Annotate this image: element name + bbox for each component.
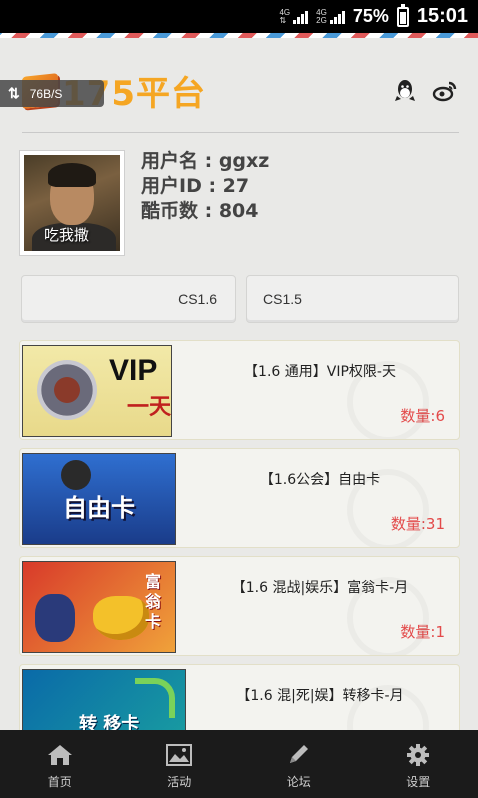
game-version-tabs: CS1.6 CS1.5 — [21, 275, 459, 323]
gold-pot-icon — [93, 596, 149, 640]
item-list: VIP 一天 【1.6 通用】VIP权限-天 数量:6 自由卡 【1.6公会】自… — [0, 340, 478, 730]
qq-icon[interactable] — [392, 78, 418, 104]
status-bar: 4G ⇅ 4G 2G 75% 15:01 — [0, 0, 478, 33]
home-icon — [47, 745, 72, 765]
battery-fill — [399, 11, 406, 24]
battery-icon — [396, 3, 409, 27]
vip-card-thumbnail: VIP 一天 — [22, 345, 172, 437]
nav-label: 论坛 — [286, 775, 311, 789]
item-count: 数量:31 — [390, 515, 445, 533]
thumb-text: 转 移卡 — [79, 714, 140, 730]
avatar-image: 吃我撒 — [24, 155, 120, 251]
profile-info: 用户名 : ggxz 用户ID : 27 酷币数 : 804 — [141, 149, 269, 224]
item-title: 【1.6 混|死|娱】转移卡-月 — [236, 688, 404, 704]
data-arrows-icon: ⇅ — [279, 15, 287, 25]
tab-cs15[interactable]: CS1.5 — [246, 275, 459, 323]
item-title: 【1.6 混战|娱乐】富翁卡-月 — [231, 580, 409, 596]
arrow-icon — [135, 678, 175, 718]
signal-indicator-1: 4G ⇅ — [279, 8, 309, 25]
image-icon — [166, 744, 193, 766]
tab-cs16[interactable]: CS1.6 — [21, 275, 236, 323]
item-title: 【1.6 通用】VIP权限-天 — [244, 364, 396, 380]
battery-percent: 75% — [352, 6, 389, 26]
nav-label: 设置 — [406, 775, 431, 789]
nav-forum[interactable]: 论坛 — [239, 730, 359, 798]
nav-settings[interactable]: 设置 — [359, 730, 478, 798]
network-speed-overlay[interactable]: ⇅ 76B/S — [0, 80, 104, 107]
coins-line: 酷币数 : 804 — [141, 200, 259, 222]
username-line: 用户名 : ggxz — [141, 150, 270, 172]
userid-line: 用户ID : 27 — [141, 175, 250, 197]
nav-label: 活动 — [167, 775, 192, 789]
tab-label: CS1.6 — [178, 291, 217, 307]
rich-card-thumbnail: 富翁卡 — [22, 561, 176, 653]
signal-bars-icon — [293, 10, 309, 24]
item-count: 数量:6 — [400, 407, 445, 425]
list-item[interactable]: 自由卡 【1.6公会】自由卡 数量:31 — [19, 448, 460, 548]
clock: 15:01 — [416, 5, 468, 27]
item-count: 数量:1 — [400, 623, 445, 641]
app-header: 175平台 ⇅ 76B/S — [0, 38, 478, 133]
item-title: 【1.6公会】自由卡 — [259, 472, 381, 488]
transfer-card-thumbnail: 转 移卡 — [22, 669, 186, 730]
header-divider — [22, 132, 459, 133]
bottom-nav: 首页 活动 论坛 设置 — [0, 730, 478, 798]
nav-activity[interactable]: 活动 — [120, 730, 240, 798]
signal-bars-icon — [329, 10, 345, 24]
signal-indicator-2: 4G 2G — [316, 8, 345, 25]
thumb-subtext: 一天 — [127, 395, 172, 420]
gear-icon — [407, 744, 430, 766]
weibo-icon[interactable] — [432, 78, 458, 104]
thumb-text: 自由卡 — [63, 494, 135, 522]
free-card-thumbnail: 自由卡 — [22, 453, 176, 545]
list-item[interactable]: VIP 一天 【1.6 通用】VIP权限-天 数量:6 — [19, 340, 460, 440]
thumb-text: VIP — [109, 354, 158, 387]
character-icon — [35, 594, 75, 642]
nav-label: 首页 — [47, 775, 72, 789]
list-item[interactable]: 富翁卡 【1.6 混战|娱乐】富翁卡-月 数量:1 — [19, 556, 460, 656]
character-icon — [61, 460, 91, 490]
list-item[interactable]: 转 移卡 【1.6 混|死|娱】转移卡-月 — [19, 664, 460, 730]
emblem-icon — [37, 360, 97, 420]
avatar[interactable]: 吃我撒 — [19, 150, 125, 256]
tab-label: CS1.5 — [263, 291, 302, 307]
network-speed-text: 76B/S — [29, 86, 63, 101]
avatar-caption: 吃我撒 — [44, 226, 90, 244]
transfer-arrows-icon: ⇅ — [8, 85, 20, 101]
pencil-icon — [289, 745, 308, 763]
thumb-text: 富翁卡 — [145, 572, 162, 631]
network-type-label: 2G — [316, 15, 327, 25]
nav-home[interactable]: 首页 — [0, 730, 120, 798]
